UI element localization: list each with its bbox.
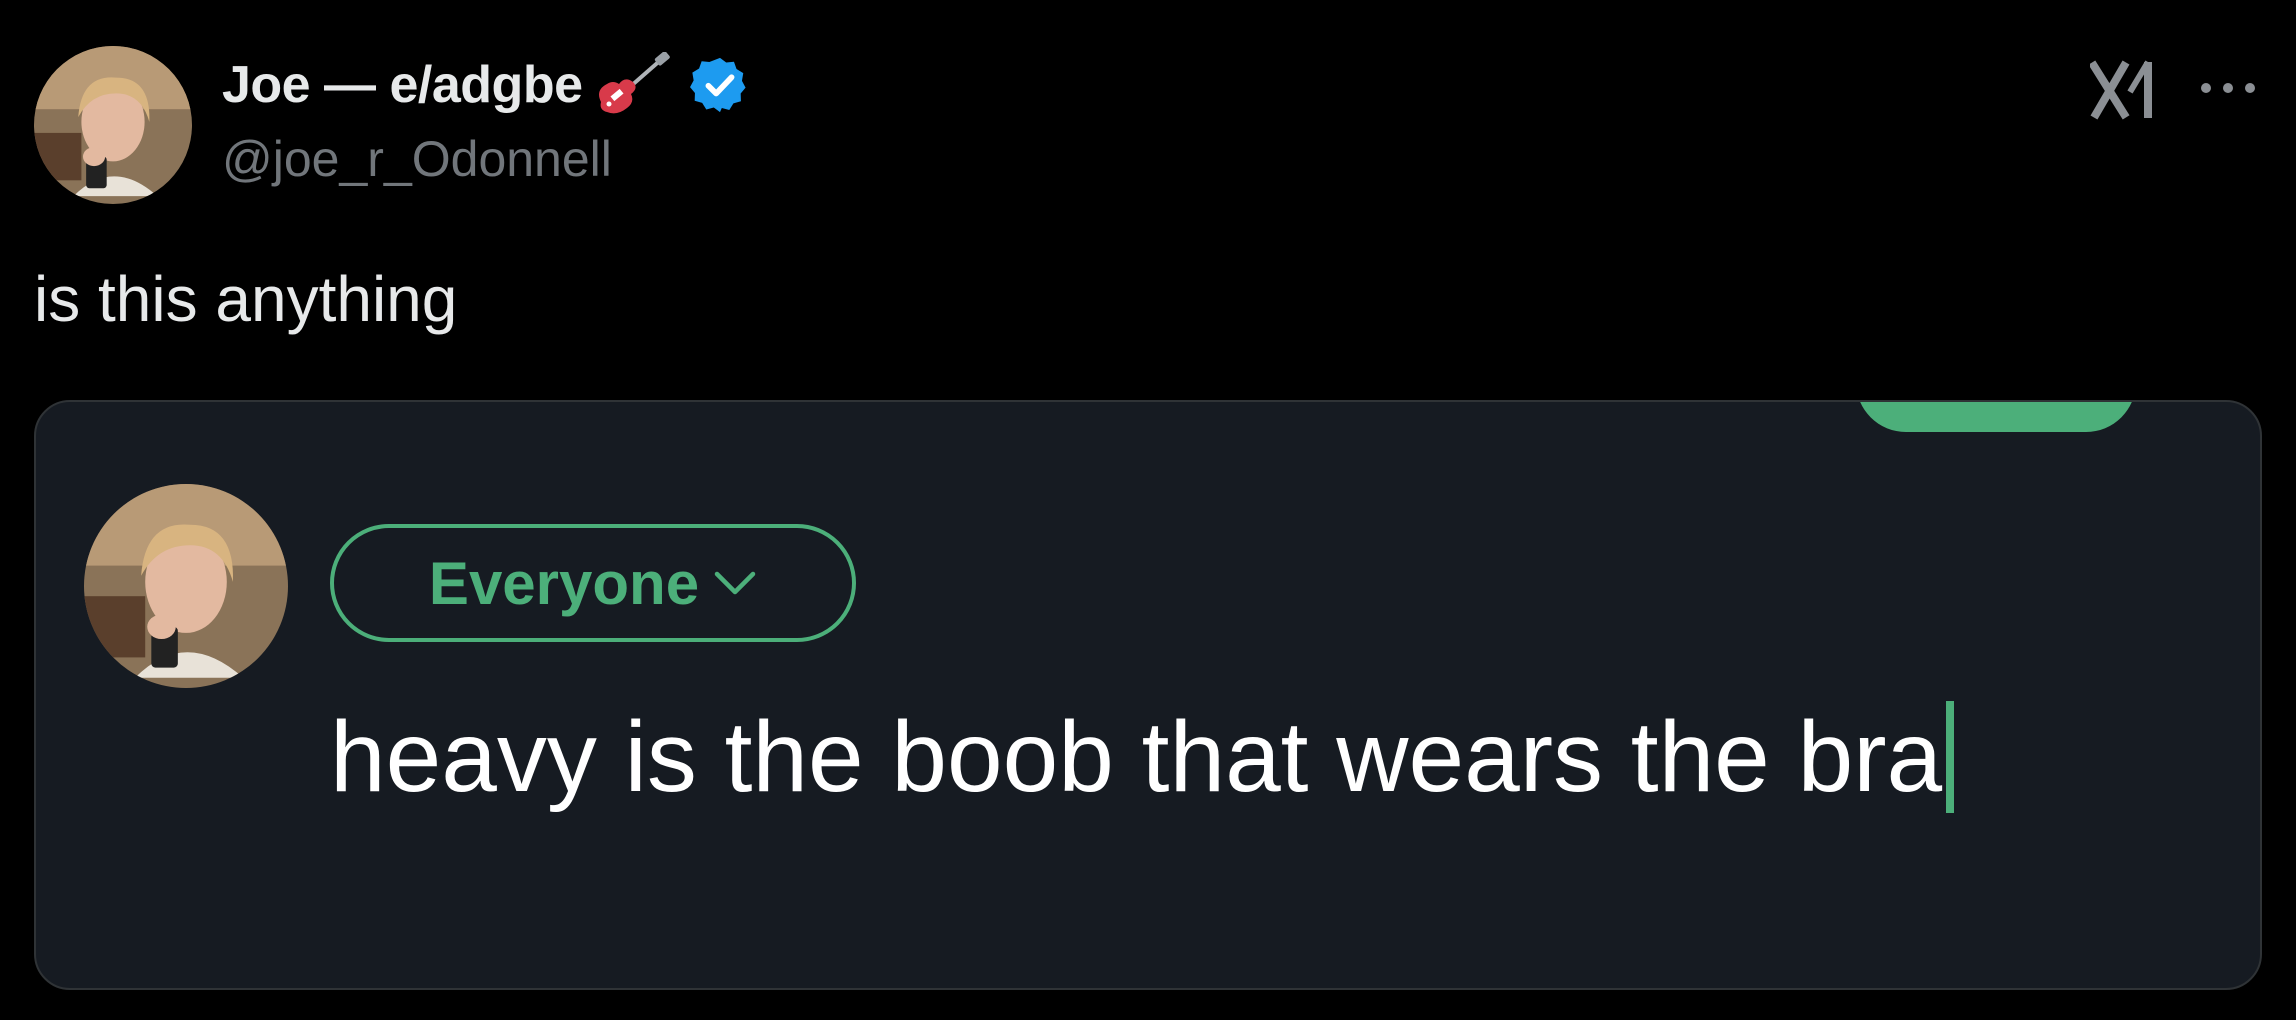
profile-photo-icon <box>84 484 288 688</box>
profile-photo-icon <box>34 46 192 204</box>
compose-avatar <box>84 484 288 688</box>
author-avatar[interactable] <box>34 46 192 204</box>
grok-icon[interactable] <box>2090 58 2160 122</box>
author-handle[interactable]: @joe_r_Odonnell <box>222 130 612 188</box>
draft-text: heavy is the boob that wears the bra <box>330 700 1943 813</box>
electric-guitar-icon <box>598 52 670 114</box>
text-cursor <box>1946 701 1955 813</box>
author-name-row: Joe — e/adgbe <box>222 52 751 118</box>
author-display-name[interactable]: Joe — e/adgbe <box>222 55 583 115</box>
tweet-card: Joe — e/adgbe @joe_r_Odonnell is this an… <box>0 0 2296 1020</box>
tweet-media-image[interactable]: Everyone heavy is the boob that wears th… <box>34 400 2262 990</box>
tweet-text: is this anything <box>34 263 458 335</box>
audience-label: Everyone <box>428 549 700 617</box>
post-button-partial <box>1856 402 2136 432</box>
more-options-icon[interactable] <box>2198 76 2258 100</box>
verified-badge-icon[interactable] <box>689 54 751 116</box>
audience-selector[interactable]: Everyone <box>330 524 856 642</box>
compose-textarea[interactable]: heavy is the boob that wears the bra <box>330 692 1955 822</box>
chevron-down-icon <box>714 571 756 595</box>
